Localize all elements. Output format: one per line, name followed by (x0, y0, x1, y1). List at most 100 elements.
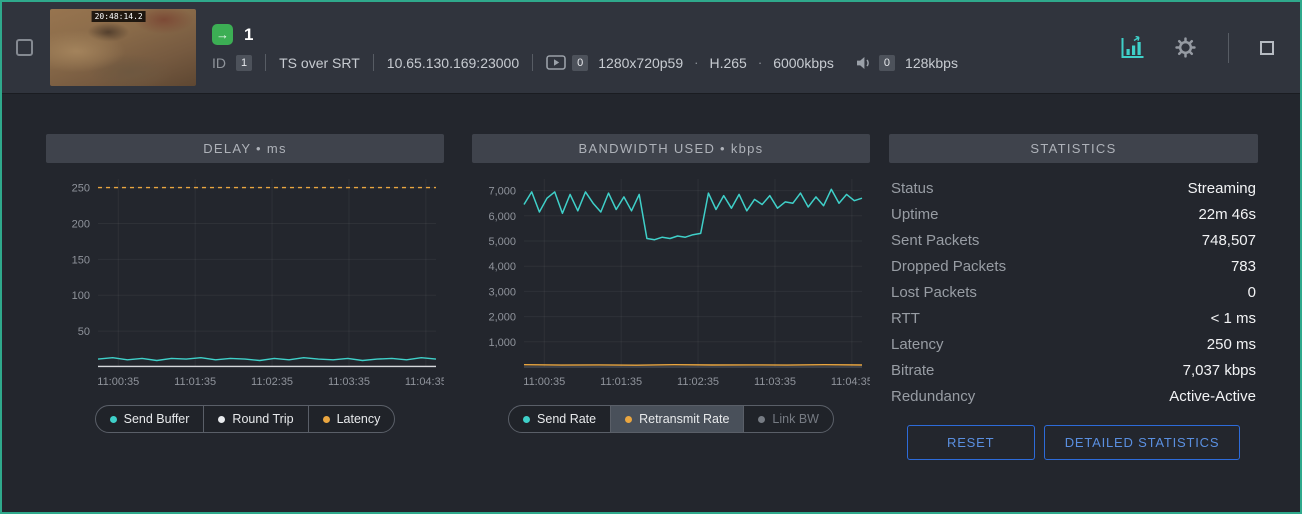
stat-row: Status Streaming (891, 175, 1256, 201)
delay-panel: DELAY • ms 5010015020025011:00:3511:01:3… (46, 134, 444, 433)
stream-thumbnail[interactable]: 20:48:14.2 (50, 9, 196, 86)
audio-speaker-icon (856, 56, 873, 70)
stop-icon (1260, 41, 1274, 55)
gear-icon (1174, 36, 1197, 59)
stat-row: Bitrate 7,037 kbps (891, 357, 1256, 383)
separator (373, 54, 374, 71)
legend-send-buffer[interactable]: Send Buffer (96, 406, 204, 432)
stat-row: RTT < 1 ms (891, 305, 1256, 331)
statistics-rows: Status Streaming Uptime 22m 46s Sent Packets… (889, 175, 1258, 409)
video-format: 1280x720p59 (598, 55, 683, 71)
svg-text:200: 200 (72, 218, 90, 230)
settings-button[interactable] (1174, 36, 1197, 59)
bar-chart-icon (1119, 36, 1146, 60)
legend-label: Link BW (772, 412, 819, 426)
select-stream-checkbox[interactable] (16, 39, 33, 56)
delay-legend-row: Send Buffer Round TripLatency (46, 405, 444, 433)
bandwidth-legend-row: Send Rate Retransmit Rate Link BW (472, 405, 870, 433)
stream-header: 20:48:14.2 → 1 ID 1 TS over SRT 10.65.13… (2, 2, 1300, 94)
bandwidth-chart-wrap: 1,0002,0003,0004,0005,0006,0007,00011:00… (472, 169, 870, 396)
legend-label: Retransmit Rate (639, 412, 729, 426)
stat-value: < 1 ms (1211, 310, 1256, 327)
stat-value: 7,037 kbps (1183, 362, 1256, 379)
stream-title-row: → 1 (212, 24, 958, 45)
svg-text:11:01:35: 11:01:35 (174, 376, 216, 388)
bandwidth-panel-title: BANDWIDTH USED • kbps (472, 134, 870, 163)
legend-round-trip[interactable]: Round Trip (203, 406, 307, 432)
streaming-status-icon: → (212, 24, 233, 45)
bandwidth-panel: BANDWIDTH USED • kbps 1,000 2,000 3,000 4,0… (472, 134, 870, 433)
svg-text:4,000: 4,000 (488, 261, 516, 273)
bandwidth-chart: 1,0002,0003,0004,0005,0006,0007,00011:00… (472, 169, 870, 391)
legend-send-rate[interactable]: Send Rate (509, 406, 610, 432)
legend-dot-icon (110, 416, 117, 423)
legend-label: Send Rate (537, 412, 596, 426)
svg-text:11:02:35: 11:02:35 (677, 376, 719, 388)
stat-value: 22m 46s (1198, 206, 1256, 223)
legend-dot-icon (758, 416, 765, 423)
legend-retransmit-rate[interactable]: Retransmit Rate (610, 406, 743, 432)
id-label: ID (212, 55, 226, 71)
video-codec: H.265 (709, 55, 746, 71)
stat-value: Active-Active (1169, 388, 1256, 405)
legend-latency[interactable]: Latency (308, 406, 395, 432)
header-actions (1119, 33, 1274, 63)
stat-row: Uptime 22m 46s (891, 201, 1256, 227)
protocol-label: TS over SRT (279, 55, 360, 71)
audio-track-group: 0 (856, 55, 895, 71)
video-bitrate: 6000kbps (773, 55, 834, 71)
legend-dot-icon (323, 416, 330, 423)
legend-label: Send Buffer (124, 412, 190, 426)
stat-value: 748,507 (1202, 232, 1256, 249)
svg-text:11:01:35: 11:01:35 (600, 376, 642, 388)
stream-monitor-card: 20:48:14.2 → 1 ID 1 TS over SRT 10.65.13… (0, 0, 1302, 514)
svg-text:100: 100 (72, 290, 90, 302)
svg-text:6,000: 6,000 (488, 211, 516, 223)
stream-name: 1 (244, 25, 253, 45)
reset-button[interactable]: RESET (907, 425, 1035, 460)
dot-separator: · (757, 55, 763, 70)
svg-text:1,000: 1,000 (488, 337, 516, 349)
separator (532, 54, 533, 71)
stat-label: Sent Packets (891, 232, 979, 249)
stat-value: 783 (1231, 258, 1256, 275)
statistics-panel: STATISTICS StatusStreamingUptime22m 46sS… (889, 134, 1258, 460)
stream-title-block: → 1 ID 1 TS over SRT 10.65.130.169:23000… (212, 24, 958, 71)
stat-value: 250 ms (1207, 336, 1256, 353)
stat-label: Status (891, 180, 934, 197)
legend-link-bw[interactable]: Link BW (743, 406, 833, 432)
video-program-icon (546, 55, 566, 70)
svg-text:2,000: 2,000 (488, 312, 516, 324)
bandwidth-legend: Send Rate Retransmit Rate Link BW (508, 405, 834, 433)
separator (1228, 33, 1229, 63)
stat-label: Redundancy (891, 388, 975, 405)
svg-text:11:00:35: 11:00:35 (523, 376, 565, 388)
stop-stream-button[interactable] (1260, 41, 1274, 55)
svg-text:3,000: 3,000 (488, 286, 516, 298)
stat-row: Sent Packets 748,507 (891, 227, 1256, 253)
svg-text:11:03:35: 11:03:35 (754, 376, 796, 388)
thumbnail-timecode: 20:48:14.2 (92, 11, 146, 22)
stat-label: Uptime (891, 206, 939, 223)
stat-row: Dropped Packets783 (891, 253, 1256, 279)
stat-label: Bitrate (891, 362, 934, 379)
stat-label: RTT (891, 310, 920, 327)
delay-legend: Send Buffer Round TripLatency (95, 405, 396, 433)
stat-row: Latency250 ms (891, 331, 1256, 357)
delay-panel-title: DELAY • ms (46, 134, 444, 163)
audio-track-count-badge: 0 (879, 55, 895, 71)
detailed-statistics-button[interactable]: DETAILED STATISTICS (1044, 425, 1241, 460)
stream-meta-row: ID 1 TS over SRT 10.65.130.169:23000 0 1… (212, 54, 958, 71)
svg-text:11:00:35: 11:00:35 (97, 376, 139, 388)
stat-row: Lost Packets 0 (891, 279, 1256, 305)
svg-text:11:04:35: 11:04:35 (405, 376, 444, 388)
legend-dot-icon (523, 416, 530, 423)
stat-value: 0 (1248, 284, 1256, 301)
stat-label: Lost Packets (891, 284, 977, 301)
statistics-graph-button[interactable] (1119, 36, 1146, 60)
dot-separator: · (693, 55, 699, 70)
stream-address: 10.65.130.169:23000 (387, 55, 519, 71)
video-track-group: 0 (546, 55, 588, 71)
stat-value: Streaming (1188, 180, 1256, 197)
legend-dot-icon (625, 416, 632, 423)
